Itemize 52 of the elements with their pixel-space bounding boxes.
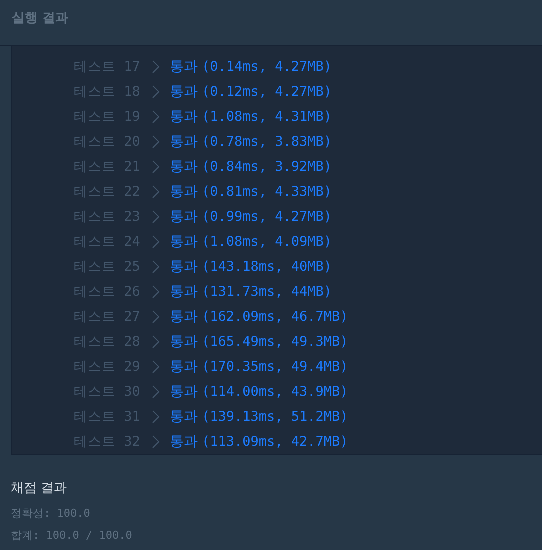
test-status: 통과: [170, 382, 198, 400]
section-title: 채점 결과: [11, 480, 68, 498]
test-detail: (0.14ms, 4.27MB): [202, 58, 332, 74]
chevron-icon: [152, 134, 160, 148]
test-detail: (0.84ms, 3.92MB): [202, 158, 332, 174]
test-status: 통과: [170, 308, 198, 326]
chevron-icon: [152, 210, 160, 224]
accuracy-text: 정확성: 100.0: [11, 506, 92, 522]
chevron-icon: [152, 234, 160, 248]
test-status: 통과: [170, 82, 198, 100]
test-detail: (114.00ms, 43.9MB): [202, 384, 348, 400]
test-status: 통과: [170, 232, 198, 250]
chevron-icon: [152, 310, 160, 324]
test-status: 통과: [170, 258, 198, 276]
test-detail: (139.13ms, 51.2MB): [202, 408, 348, 424]
chevron-icon: [152, 160, 160, 174]
chevron-icon: [152, 334, 160, 348]
test-status: 통과: [170, 432, 198, 450]
chevron-icon: [152, 384, 160, 398]
chevron-icon: [152, 60, 160, 74]
chevron-icon: [152, 110, 160, 124]
test-detail: (0.99ms, 4.27MB): [202, 208, 332, 224]
chevron-icon: [152, 434, 160, 448]
test-detail: (1.08ms, 4.09MB): [202, 234, 332, 250]
chevron-icon: [152, 410, 160, 424]
chevron-icon: [152, 260, 160, 274]
test-detail: (0.78ms, 3.83MB): [202, 134, 332, 150]
test-detail: (1.08ms, 4.31MB): [202, 108, 332, 124]
test-status: 통과: [170, 408, 198, 426]
test-detail: (165.49ms, 49.3MB): [202, 334, 348, 350]
test-status: 통과: [170, 208, 198, 226]
total-text: 합계: 100.0 / 100.0: [11, 528, 134, 544]
test-detail: (113.09ms, 42.7MB): [202, 434, 348, 450]
test-status: 통과: [170, 182, 198, 200]
test-detail: (162.09ms, 46.7MB): [202, 308, 348, 324]
test-status: 통과: [170, 58, 198, 76]
test-detail: (0.12ms, 4.27MB): [202, 84, 332, 100]
test-detail: (131.73ms, 44MB): [202, 284, 332, 300]
test-status: 통과: [170, 358, 198, 376]
test-status: 통과: [170, 108, 198, 126]
test-status: 통과: [170, 332, 198, 350]
test-status: 통과: [170, 132, 198, 150]
test-detail: (170.35ms, 49.4MB): [202, 358, 348, 374]
test-status: 통과: [170, 282, 198, 300]
chevron-icon: [152, 360, 160, 374]
panel-title: 실행 결과: [12, 10, 69, 27]
test-detail: (143.18ms, 40MB): [202, 258, 332, 274]
chevron-icon: [152, 184, 160, 198]
test-status: 통과: [170, 158, 198, 176]
chevron-icon: [152, 284, 160, 298]
test-detail: (0.81ms, 4.33MB): [202, 184, 332, 200]
chevron-icon: [152, 84, 160, 98]
